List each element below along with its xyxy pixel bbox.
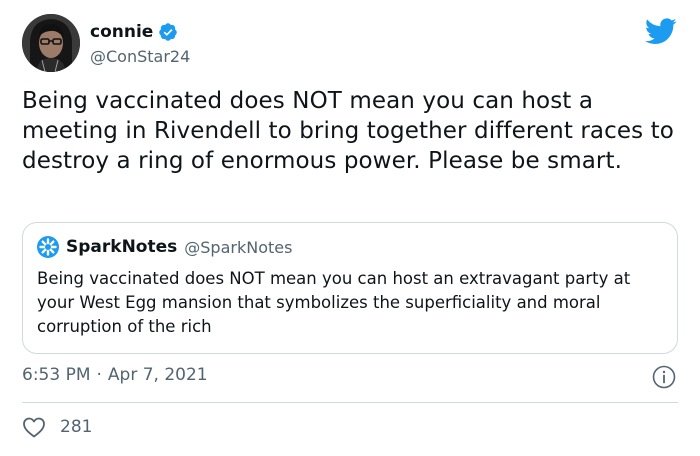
quoted-tweet[interactable]: SparkNotes @SparkNotes Being vaccinated … bbox=[22, 222, 678, 354]
verified-badge-icon bbox=[159, 23, 178, 41]
author-block: connie @ConStar24 bbox=[90, 20, 190, 66]
tweet-time: 6:53 PM bbox=[22, 365, 91, 385]
quoted-tweet-display-name: SparkNotes bbox=[66, 237, 178, 257]
quoted-tweet-handle: @SparkNotes bbox=[184, 237, 293, 257]
tweet-timestamp[interactable]: 6:53 PM · Apr 7, 2021 bbox=[22, 365, 208, 385]
author-handle[interactable]: @ConStar24 bbox=[90, 47, 190, 66]
sparknotes-logo-icon bbox=[37, 236, 59, 258]
tweet-card: connie @ConStar24 Being vaccinated does … bbox=[0, 0, 700, 456]
heart-icon bbox=[23, 417, 45, 438]
quoted-tweet-text: Being vaccinated does NOT mean you can h… bbox=[37, 269, 631, 336]
like-button[interactable]: 281 bbox=[22, 416, 92, 438]
quoted-tweet-header: SparkNotes @SparkNotes bbox=[37, 236, 292, 258]
timestamp-separator: · bbox=[96, 365, 102, 385]
tweet-text: Being vaccinated does NOT mean you can h… bbox=[22, 88, 674, 174]
author-name-row: connie bbox=[90, 20, 190, 44]
info-icon[interactable] bbox=[652, 365, 676, 389]
author-display-name[interactable]: connie bbox=[90, 22, 153, 42]
avatar[interactable] bbox=[22, 14, 80, 72]
tweet-date: Apr 7, 2021 bbox=[107, 365, 208, 385]
twitter-bird-icon[interactable] bbox=[645, 18, 677, 45]
like-count: 281 bbox=[60, 417, 93, 437]
divider bbox=[22, 402, 678, 403]
